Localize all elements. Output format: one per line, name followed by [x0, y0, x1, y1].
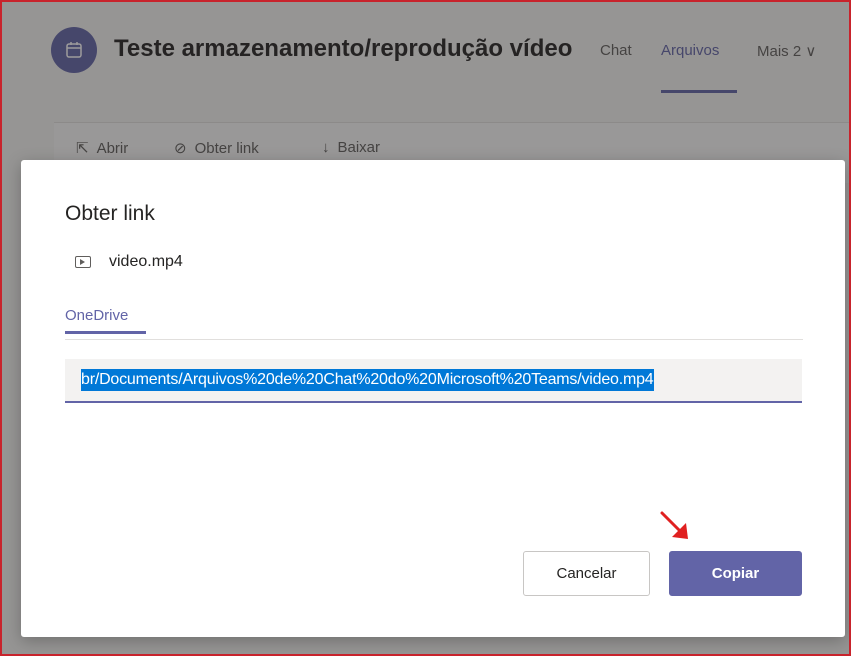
- video-file-icon: [75, 256, 91, 268]
- link-text[interactable]: br/Documents/Arquivos%20de%20Chat%20do%2…: [81, 369, 654, 391]
- file-name: video.mp4: [109, 253, 183, 270]
- cancel-button[interactable]: Cancelar: [523, 551, 650, 596]
- tab-onedrive[interactable]: OneDrive: [65, 307, 128, 330]
- dialog-tabs: OneDrive: [65, 307, 803, 340]
- dialog-title: Obter link: [65, 202, 155, 225]
- file-row: video.mp4: [75, 253, 183, 271]
- annotation-arrow-icon: [660, 511, 688, 539]
- link-field[interactable]: br/Documents/Arquivos%20de%20Chat%20do%2…: [65, 359, 802, 403]
- screenshot-frame: Teste armazenamento/reprodução vídeo Cha…: [0, 0, 851, 656]
- get-link-dialog: Obter link video.mp4 OneDrive br/Documen…: [21, 160, 845, 637]
- copy-button[interactable]: Copiar: [669, 551, 802, 596]
- onedrive-tab-indicator: [65, 331, 146, 334]
